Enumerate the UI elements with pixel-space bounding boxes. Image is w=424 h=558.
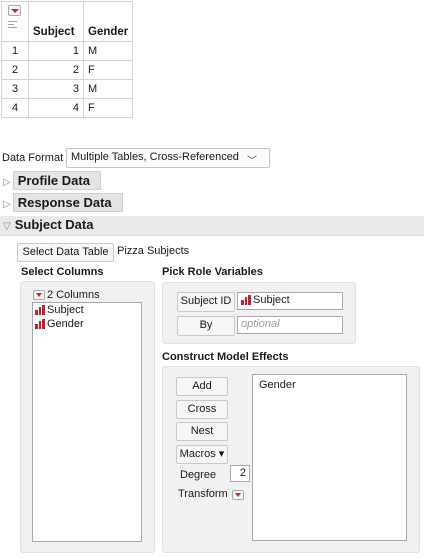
transform-label: Transform (178, 488, 228, 500)
degree-field[interactable]: 2 (230, 465, 250, 482)
row-number[interactable]: 4 (1, 98, 29, 118)
list-item[interactable]: Subject (33, 303, 141, 317)
by-field[interactable]: optional (237, 316, 343, 334)
section-title: Profile Data (12, 171, 101, 190)
grid-header-row: Subject Gender (1, 1, 134, 42)
row-number[interactable]: 2 (1, 60, 29, 80)
construct-model-effects-label: Construct Model Effects (162, 351, 289, 363)
section-profile-data[interactable]: ▷ Profile Data (0, 171, 424, 191)
cell-subject[interactable]: 3 (28, 79, 84, 99)
chevron-down-icon: ﹀ (247, 156, 257, 167)
cross-button[interactable]: Cross (176, 400, 228, 419)
column-name: Subject (47, 304, 84, 316)
cell-gender[interactable]: M (82, 79, 134, 99)
column-header-gender[interactable]: Gender (82, 1, 134, 42)
subject-id-value: Subject (253, 294, 290, 306)
cell-subject[interactable]: 2 (28, 60, 84, 80)
data-format-value: Multiple Tables, Cross-Referenced (71, 151, 239, 163)
cell-gender[interactable]: F (82, 98, 134, 118)
data-table-name: Pizza Subjects (117, 245, 190, 257)
data-format-select[interactable]: Multiple Tables, Cross-Referenced ﹀ (66, 148, 270, 168)
data-grid: Subject Gender 1 1 M 2 2 F 3 3 M 4 4 F (1, 1, 134, 118)
select-data-table-button[interactable]: Select Data Table (17, 243, 114, 262)
column-header-subject[interactable]: Subject (28, 1, 84, 42)
by-button[interactable]: By (177, 316, 235, 336)
row-number[interactable]: 3 (1, 79, 29, 99)
pick-role-label: Pick Role Variables (162, 266, 263, 278)
select-columns-label: Select Columns (21, 266, 104, 278)
nest-button[interactable]: Nest (176, 422, 228, 441)
table-row[interactable]: 4 4 F (1, 98, 134, 118)
disclosure-open-icon[interactable]: ▽ (3, 221, 11, 232)
macros-button[interactable]: Macros ▾ (176, 445, 228, 464)
nominal-column-icon (35, 305, 46, 316)
caret-down-icon: ▾ (218, 448, 225, 460)
table-row[interactable]: 2 2 F (1, 60, 134, 80)
section-response-data[interactable]: ▷ Response Data (0, 193, 424, 213)
model-effects-list[interactable]: Gender (252, 374, 407, 541)
data-format-label: Data Format (2, 152, 64, 164)
red-triangle-menu-icon[interactable] (8, 5, 21, 16)
column-name: Gender (47, 318, 84, 330)
nominal-column-icon (241, 295, 252, 306)
column-count-label: 2 Columns (47, 289, 100, 301)
degree-label: Degree (180, 469, 217, 481)
cell-gender[interactable]: M (82, 41, 134, 61)
column-list[interactable]: Subject Gender (32, 302, 142, 542)
cell-gender[interactable]: F (82, 60, 134, 80)
red-triangle-menu-icon[interactable] (33, 290, 45, 301)
add-button[interactable]: Add (176, 377, 228, 396)
section-title: Response Data (12, 193, 123, 212)
macros-label: Macros (179, 448, 216, 460)
list-item[interactable]: Gender (33, 317, 141, 331)
cell-subject[interactable]: 1 (28, 41, 84, 61)
column-count[interactable]: 2 Columns (33, 289, 100, 301)
section-title: Subject Data (14, 217, 94, 232)
grid-corner (1, 1, 29, 42)
disclosure-closed-icon[interactable]: ▷ (3, 177, 11, 188)
table-row[interactable]: 3 3 M (1, 79, 134, 99)
nominal-column-icon (35, 319, 46, 330)
section-subject-data[interactable]: ▽ Subject Data (0, 216, 424, 236)
subject-id-field[interactable]: Subject (237, 292, 343, 310)
red-triangle-menu-icon[interactable] (232, 490, 244, 501)
list-item[interactable]: Gender (257, 378, 402, 392)
rows-lines-icon (8, 21, 17, 31)
disclosure-closed-icon[interactable]: ▷ (3, 199, 11, 210)
subject-id-button[interactable]: Subject ID (177, 292, 235, 312)
cell-subject[interactable]: 4 (28, 98, 84, 118)
row-number[interactable]: 1 (1, 41, 29, 61)
table-row[interactable]: 1 1 M (1, 41, 134, 61)
